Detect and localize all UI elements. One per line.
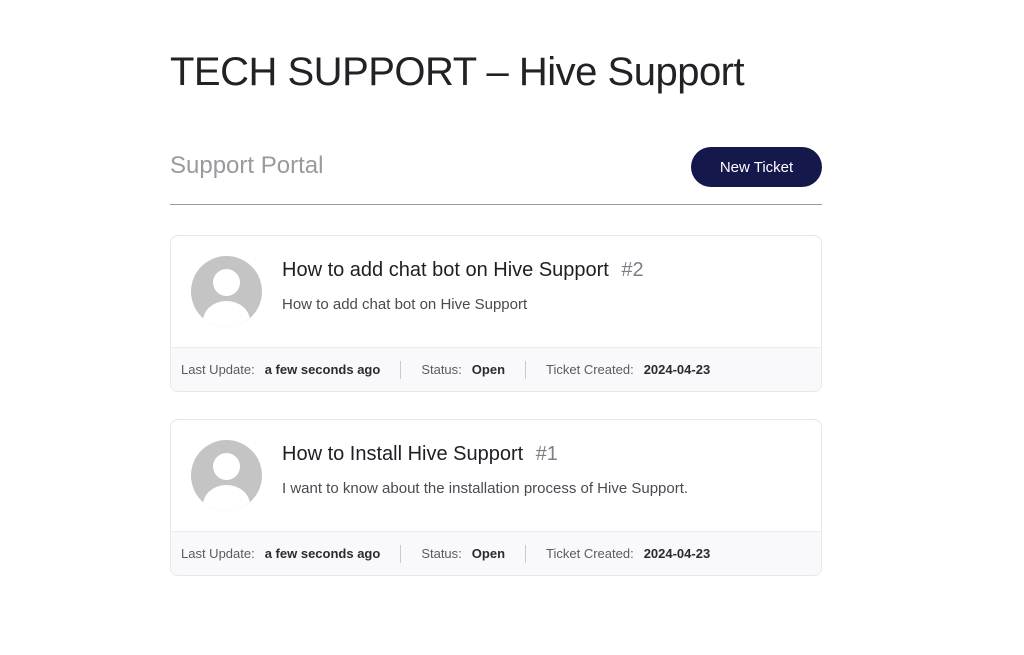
- ticket-meta: Last Update: a few seconds ago Status: O…: [171, 347, 821, 391]
- avatar-head: [213, 269, 240, 296]
- status-value: Open: [471, 546, 506, 561]
- ticket-number: #2: [621, 259, 644, 281]
- meta-status: Status: Open: [400, 360, 525, 379]
- ticket-title-row: How to Install Hive Support #1: [282, 443, 558, 466]
- new-ticket-button[interactable]: New Ticket: [691, 147, 822, 187]
- meta-status: Status: Open: [400, 544, 525, 563]
- status-value: Open: [471, 362, 506, 377]
- portal-header: Support Portal New Ticket: [170, 146, 822, 205]
- meta-created: Ticket Created: 2024-04-23: [525, 360, 730, 379]
- created-value: 2024-04-23: [643, 546, 711, 561]
- portal-title: Support Portal: [170, 152, 324, 179]
- meta-label: Status:: [421, 546, 462, 561]
- meta-created: Ticket Created: 2024-04-23: [525, 544, 730, 563]
- created-value: 2024-04-23: [643, 362, 711, 377]
- user-avatar-icon: [191, 440, 262, 511]
- page: TECH SUPPORT – Hive Support Support Port…: [0, 0, 1024, 655]
- meta-label: Status:: [421, 362, 462, 377]
- ticket-title[interactable]: How to add chat bot on Hive Support: [282, 259, 609, 281]
- ticket-excerpt: I want to know about the installation pr…: [282, 480, 689, 497]
- ticket-number: #1: [535, 443, 558, 465]
- ticket-card[interactable]: How to Install Hive Support #1 I want to…: [170, 419, 822, 576]
- ticket-meta: Last Update: a few seconds ago Status: O…: [171, 531, 821, 575]
- ticket-card[interactable]: How to add chat bot on Hive Support #2 H…: [170, 235, 822, 392]
- avatar-shoulders: [203, 485, 250, 511]
- meta-last-update: Last Update: a few seconds ago: [181, 545, 400, 563]
- last-update-value: a few seconds ago: [264, 362, 381, 377]
- ticket-body: How to add chat bot on Hive Support #2 H…: [171, 236, 821, 347]
- user-avatar-icon: [191, 256, 262, 327]
- meta-label: Last Update:: [181, 546, 255, 561]
- page-title: TECH SUPPORT – Hive Support: [170, 50, 745, 94]
- ticket-list: How to add chat bot on Hive Support #2 H…: [170, 235, 822, 603]
- ticket-title[interactable]: How to Install Hive Support: [282, 443, 523, 465]
- meta-label: Ticket Created:: [546, 362, 634, 377]
- ticket-title-row: How to add chat bot on Hive Support #2: [282, 259, 644, 282]
- meta-last-update: Last Update: a few seconds ago: [181, 361, 400, 379]
- ticket-body: How to Install Hive Support #1 I want to…: [171, 420, 821, 531]
- ticket-excerpt: How to add chat bot on Hive Support: [282, 296, 528, 313]
- last-update-value: a few seconds ago: [264, 546, 381, 561]
- meta-label: Ticket Created:: [546, 546, 634, 561]
- meta-label: Last Update:: [181, 362, 255, 377]
- avatar-shoulders: [203, 301, 250, 327]
- avatar-head: [213, 453, 240, 480]
